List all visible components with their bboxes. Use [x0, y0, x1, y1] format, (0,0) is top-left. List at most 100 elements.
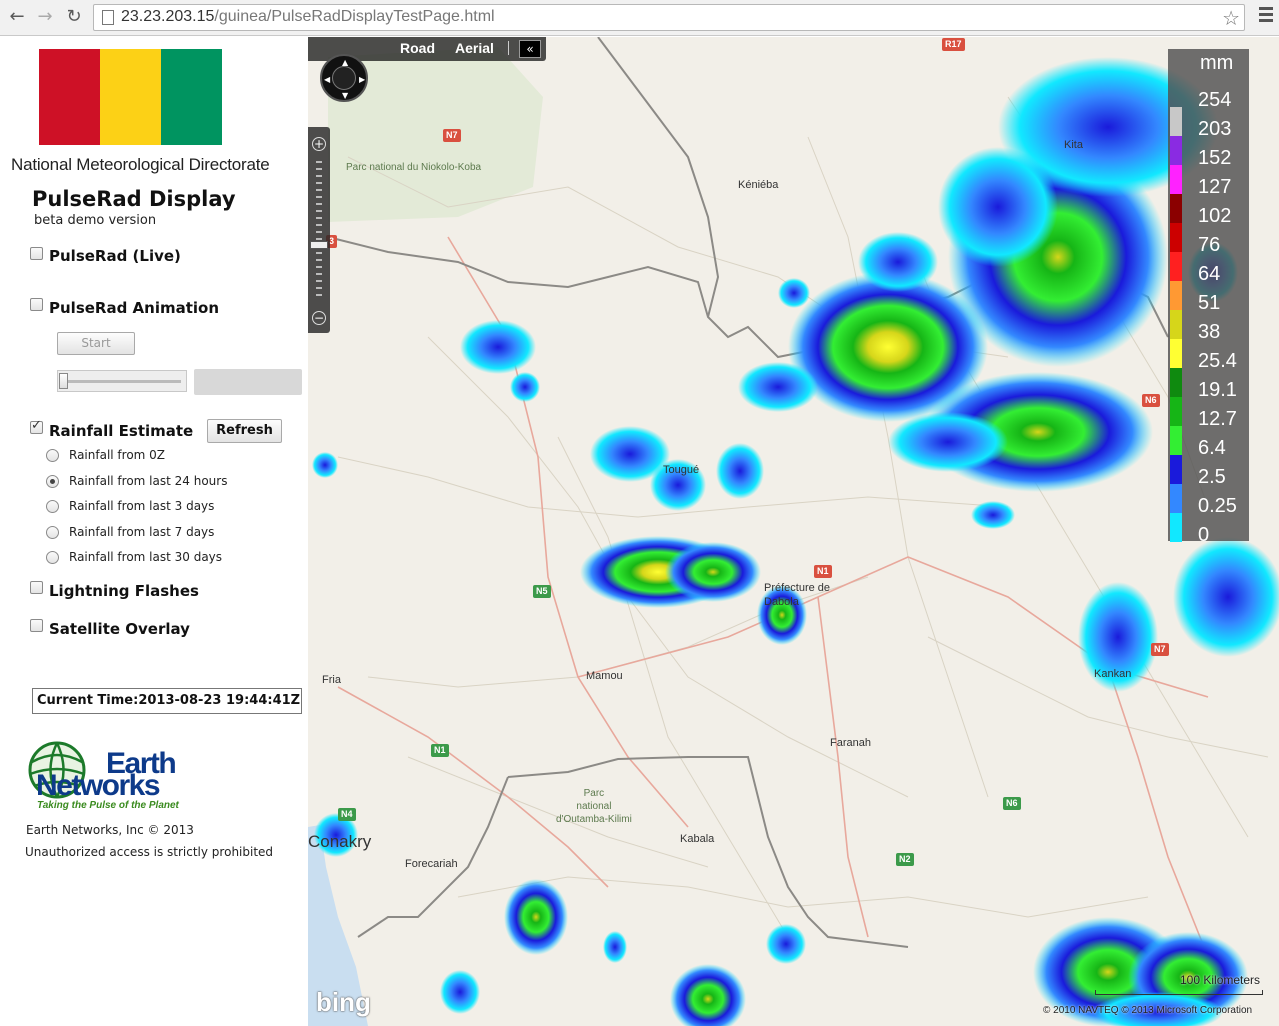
- collapse-icon[interactable]: «: [519, 40, 541, 58]
- scale-bar: [1095, 990, 1263, 995]
- pulserad-live-checkbox[interactable]: [30, 247, 43, 260]
- rainfall-option-radio[interactable]: [46, 525, 59, 539]
- legend-swatch: [1170, 426, 1182, 455]
- browser-menu-icon[interactable]: [1259, 7, 1273, 25]
- road-tab[interactable]: Road: [400, 40, 435, 56]
- rainfall-option-radio[interactable]: [46, 500, 59, 513]
- map-label-fria: Fria: [322, 674, 341, 686]
- satellite-overlay-checkbox[interactable]: [30, 619, 43, 632]
- rainfall-option-label: Rainfall from last 7 days: [69, 524, 215, 539]
- pan-right-icon[interactable]: ▶: [359, 75, 365, 84]
- road-shield-r17: R17: [942, 38, 965, 51]
- animation-frame-box: [194, 369, 302, 395]
- legend-value: 6.4: [1198, 437, 1226, 459]
- rainfall-option-label: Rainfall from last 3 days: [69, 499, 215, 513]
- rainfall-option-label: Rainfall from last 24 hours: [69, 473, 228, 488]
- legend-value: 102: [1198, 205, 1232, 227]
- scale-label: 100 Kilometers: [1180, 973, 1261, 987]
- rainfall-legend: mm 254 203 152 127 102 76 64 51 38 25.4 19.1 12.7 6.…: [1168, 49, 1249, 546]
- legend-swatch: [1170, 165, 1182, 194]
- legend-value: 127: [1198, 176, 1232, 198]
- copyright-text: Earth Networks, Inc © 2013: [26, 823, 194, 837]
- legend-swatch: [1170, 455, 1182, 484]
- pan-down-icon[interactable]: ▼: [342, 91, 348, 100]
- refresh-button[interactable]: Refresh: [207, 419, 282, 443]
- legend-swatch: [1170, 397, 1182, 426]
- legend-value: 64: [1198, 263, 1221, 285]
- road-shield-n5: N5: [533, 585, 551, 598]
- map-label-kabala: Kabala: [680, 833, 715, 845]
- rainfall-estimate-label: Rainfall Estimate: [49, 422, 194, 440]
- bing-logo: bing: [316, 987, 371, 1017]
- animation-slider[interactable]: [57, 370, 187, 392]
- rainfall-option-label: Rainfall from last 30 days: [69, 550, 223, 564]
- legend-value: 76: [1198, 234, 1221, 256]
- road-shield-n2: N2: [896, 853, 914, 866]
- zoom-control[interactable]: + −: [308, 127, 330, 333]
- legend-swatch: [1170, 513, 1182, 542]
- compass-pan-control[interactable]: ▲ ▼ ◀ ▶: [320, 54, 368, 102]
- rainfall-option-label: Rainfall from 0Z: [69, 448, 166, 462]
- rainfall-option-radio[interactable]: [46, 474, 59, 488]
- guinea-flag: [39, 49, 222, 145]
- pulserad-live-label: PulseRad (Live): [49, 247, 181, 265]
- map-label-kenieba: Kéniéba: [738, 179, 779, 191]
- aerial-tab[interactable]: Aerial: [455, 40, 494, 56]
- logo-tagline: Taking the Pulse of the Planet: [37, 800, 179, 811]
- legend-value: 0: [1198, 524, 1210, 546]
- reload-icon[interactable]: ↻: [63, 6, 85, 28]
- address-bar[interactable]: 23.23.203.15/guinea/PulseRadDisplayTestP…: [93, 4, 1245, 31]
- legend-value: 203: [1198, 118, 1232, 140]
- road-shield-n7-east: N7: [1151, 643, 1169, 656]
- current-time-display: Current Time:2013-08-23 19:44:41Z: [32, 688, 302, 714]
- road-shield-n1-west: N1: [431, 744, 449, 757]
- pulserad-animation-label: PulseRad Animation: [49, 299, 220, 317]
- road-shield-n6-south: N6: [1003, 797, 1021, 810]
- road-shield-n6: N6: [1142, 394, 1160, 407]
- map-label-forecariah: Forecariah: [405, 858, 458, 870]
- flag-stripe-green: [161, 49, 222, 145]
- url-text: 23.23.203.15/guinea/PulseRadDisplayTestP…: [121, 8, 495, 25]
- map-label-kita: Kita: [1064, 139, 1083, 151]
- map-label-tougue: Tougué: [663, 464, 700, 476]
- compass-center: [332, 66, 356, 90]
- bookmark-star-icon[interactable]: ☆: [1222, 6, 1240, 30]
- map-attribution: © 2010 NAVTEQ © 2013 Microsoft Corporati…: [1043, 1005, 1253, 1016]
- legend-swatch: [1170, 310, 1182, 339]
- legend-swatch: [1170, 368, 1182, 397]
- legend-value: 152: [1198, 147, 1232, 169]
- map-label-outamba-park: Parc national d'Outamba-Kilimi: [556, 788, 632, 825]
- back-arrow-icon[interactable]: ←: [6, 6, 28, 28]
- pan-up-icon[interactable]: ▲: [342, 58, 348, 67]
- app-title: PulseRad Display: [32, 187, 236, 211]
- page-icon: [102, 10, 114, 25]
- map-label-kankan: Kankan: [1094, 668, 1132, 680]
- rainfall-option-radio[interactable]: [46, 449, 59, 462]
- legend-swatch: [1170, 339, 1182, 368]
- lightning-flashes-checkbox[interactable]: [30, 581, 43, 594]
- map-view[interactable]: Parc national du Niokolo-Koba Kéniéba Ki…: [308, 37, 1279, 1026]
- rainfall-option-radio[interactable]: [46, 551, 59, 564]
- legend-swatch: [1170, 281, 1182, 310]
- pulserad-animation-checkbox[interactable]: [30, 298, 43, 311]
- rainfall-estimate-checkbox[interactable]: [30, 418, 43, 434]
- app-subtitle: beta demo version: [34, 213, 157, 228]
- map-label-niokolo-park: Parc national du Niokolo-Koba: [346, 162, 482, 173]
- zoom-ticks: [316, 161, 322, 299]
- legend-value: 51: [1198, 292, 1221, 314]
- legend-value: 38: [1198, 321, 1221, 343]
- map-label-prefecture: Préfecture de: [764, 582, 831, 594]
- legend-value: 19.1: [1198, 379, 1237, 401]
- pan-left-icon[interactable]: ◀: [324, 75, 330, 84]
- slider-handle[interactable]: [59, 373, 68, 389]
- legend-swatch: [1170, 252, 1182, 281]
- legend-value: 254: [1198, 89, 1232, 111]
- zoom-out-icon[interactable]: −: [312, 311, 326, 325]
- legend-value: 12.7: [1198, 408, 1237, 430]
- slider-groove: [63, 380, 181, 383]
- map-base: [308, 37, 1279, 1026]
- forward-arrow-icon[interactable]: →: [34, 6, 56, 28]
- zoom-thumb[interactable]: [310, 241, 328, 249]
- zoom-in-icon[interactable]: +: [312, 137, 326, 151]
- start-button[interactable]: Start: [57, 332, 135, 355]
